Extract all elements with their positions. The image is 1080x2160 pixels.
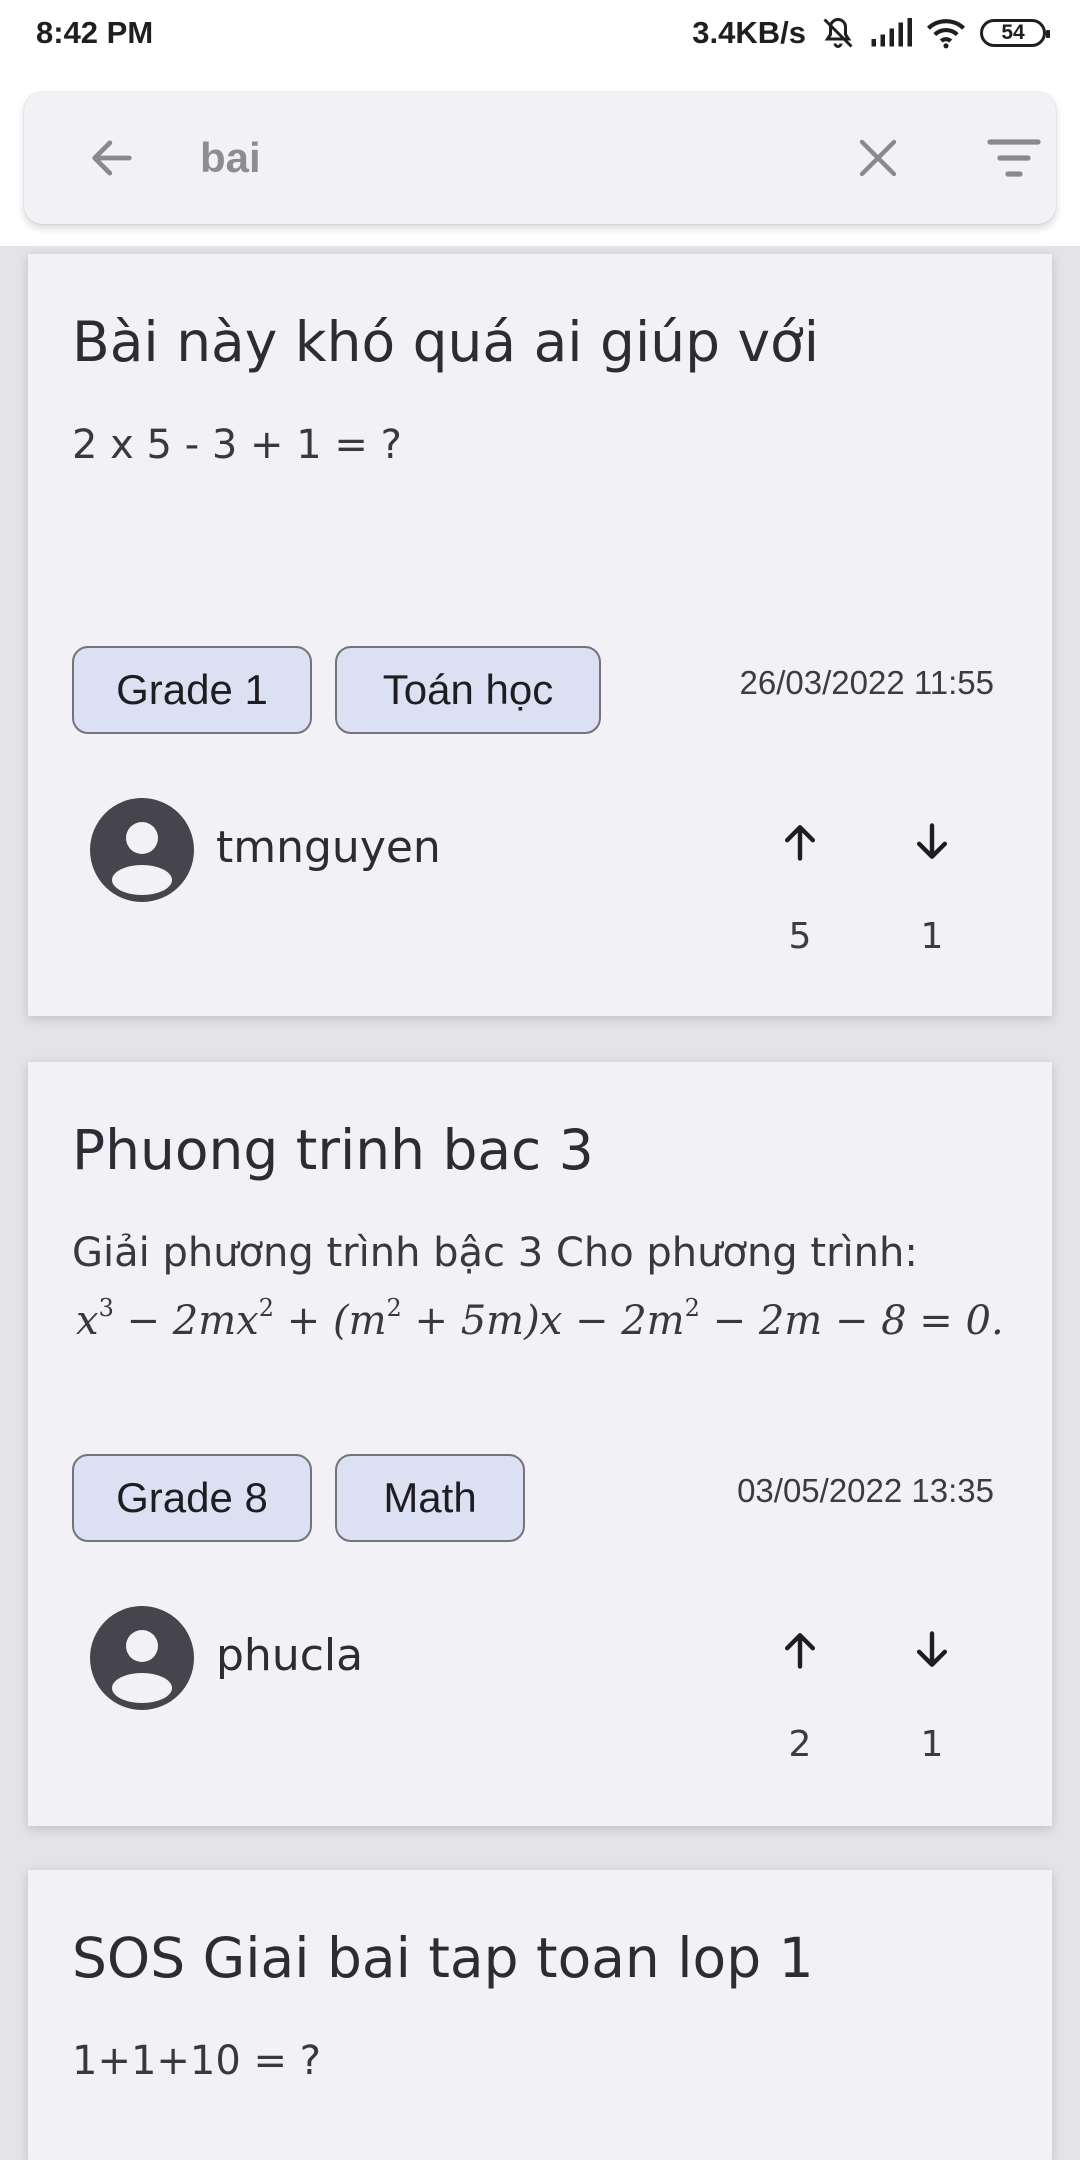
post-card[interactable]: Phuong trinh bac 3 Giải phương trình bậc… [28,1062,1052,1826]
downvote-count: 1 [920,1724,944,1765]
avatar[interactable] [90,798,194,902]
post-title: Phuong trinh bac 3 [72,1118,594,1182]
signal-icon [871,18,912,47]
upvote-count: 5 [788,916,812,957]
back-arrow-icon[interactable] [86,132,138,184]
person-icon [112,822,172,895]
tag-chip[interactable]: Toán học [335,646,601,734]
status-bar: 8:42 PM 3.4KB/s 54 [0,0,1080,66]
post-date: 03/05/2022 13:35 [737,1472,994,1509]
muted-bell-icon [823,17,853,48]
post-title: Bài này khó quá ai giúp với [72,310,819,374]
search-bar [24,92,1056,224]
post-body: 2 x 5 - 3 + 1 = ? [72,422,402,468]
status-icons: 3.4KB/s 54 [692,15,1050,51]
post-body: 1+1+10 = ? [72,2038,322,2084]
status-time: 8:42 PM [36,15,154,50]
avatar[interactable] [90,1606,194,1710]
wifi-icon [926,19,966,49]
clear-icon[interactable] [854,134,902,182]
tag-chip[interactable]: Grade 8 [72,1454,312,1542]
tag-chip[interactable]: Math [335,1454,525,1542]
math-formula: x3 − 2mx2 + (m2 + 5m)x − 2m2 − 2m − 8 = … [76,1294,1004,1344]
search-input[interactable] [200,120,820,196]
upvote-count: 2 [788,1724,812,1765]
tag-chip[interactable]: Grade 1 [72,646,312,734]
person-icon [112,1630,172,1703]
post-author[interactable]: tmnguyen [216,822,441,873]
network-speed: 3.4KB/s [692,15,806,50]
post-author[interactable]: phucla [216,1630,363,1681]
downvote-arrow-icon[interactable] [910,820,954,864]
battery-level: 54 [1001,21,1025,44]
post-card[interactable]: SOS Giai bai tap toan lop 1 1+1+10 = ? [28,1870,1052,2160]
post-body: Giải phương trình bậc 3 Cho phương trình… [72,1230,918,1276]
upvote-arrow-icon[interactable] [778,820,822,864]
post-card[interactable]: Bài này khó quá ai giúp với 2 x 5 - 3 + … [28,254,1052,1016]
downvote-count: 1 [920,916,944,957]
post-date: 26/03/2022 11:55 [739,664,994,701]
downvote-arrow-icon[interactable] [910,1628,954,1672]
upvote-arrow-icon[interactable] [778,1628,822,1672]
filter-icon[interactable] [986,136,1042,180]
battery-icon: 54 [980,19,1050,47]
post-title: SOS Giai bai tap toan lop 1 [72,1926,814,1990]
